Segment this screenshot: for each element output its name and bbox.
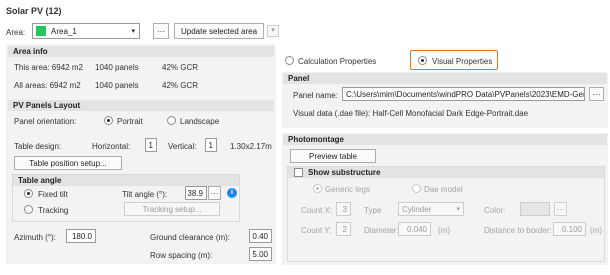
calculation-properties-radio[interactable]: [285, 56, 294, 65]
orientation-label: Panel orientation:: [14, 117, 77, 126]
diameter-label: Diameter:: [364, 226, 399, 235]
diameter-input[interactable]: 0.040: [398, 222, 431, 236]
panel-name-input[interactable]: C:\Users\mim\Documents\windPRO Data\PVPa…: [342, 87, 585, 101]
area-select-value: Area_1: [51, 27, 77, 36]
type-label: Type: [364, 206, 382, 215]
area-browse-button[interactable]: ···: [153, 23, 169, 39]
update-selected-area-button[interactable]: Update selected area: [174, 23, 264, 39]
table-position-setup-button[interactable]: Table position setup...: [14, 156, 122, 170]
count-x-input[interactable]: 3: [336, 202, 351, 216]
distance-to-border-label: Distance to border:: [484, 226, 552, 235]
visual-properties-label: Visual Properties: [432, 57, 493, 66]
azimuth-input[interactable]: 180.0: [66, 229, 96, 243]
panel-name-label: Panel name:: [293, 91, 338, 100]
color-swatch[interactable]: [520, 202, 550, 216]
area-color-swatch: [36, 26, 46, 36]
distance-to-border-input[interactable]: 0.100: [553, 222, 586, 236]
type-chevron-down-icon: ▾: [456, 206, 460, 213]
distance-unit: (m): [590, 226, 602, 235]
area-label: Area:: [6, 28, 26, 37]
dae-model-label: Dae model: [424, 185, 463, 194]
show-substructure-header: Show substructure: [288, 167, 604, 178]
this-area-panels: 1040 panels: [95, 63, 139, 72]
count-x-label: Count X:: [301, 206, 333, 215]
tracking-radio[interactable]: [24, 205, 33, 214]
chevron-down-icon: ▾: [131, 28, 135, 35]
preview-table-button[interactable]: Preview table: [290, 149, 376, 163]
ground-clearance-input[interactable]: 0.40: [249, 229, 272, 243]
dae-model-radio[interactable]: [412, 184, 421, 193]
this-area-text: This area: 6942 m2: [14, 63, 83, 72]
panel-header: Panel: [283, 73, 607, 84]
portrait-label: Portrait: [117, 117, 143, 126]
table-design-label: Table design:: [14, 142, 62, 151]
azimuth-label: Azimuth (°):: [14, 233, 56, 242]
visual-data-text: Visual data (.dae file): Half-Cell Monof…: [293, 109, 529, 118]
horizontal-label: Horizontal:: [92, 142, 131, 151]
landscape-radio[interactable]: [167, 116, 176, 125]
this-area-gcr: 42% GCR: [162, 63, 199, 72]
color-label: Color:: [484, 206, 506, 215]
update-dropdown-chevron-icon[interactable]: ▾: [267, 25, 279, 37]
tracking-label: Tracking: [38, 206, 69, 215]
all-areas-gcr: 42% GCR: [162, 81, 199, 90]
count-y-input[interactable]: 2: [336, 222, 351, 236]
row-spacing-input[interactable]: 5.00: [249, 247, 272, 261]
pv-layout-header: PV Panels Layout: [8, 100, 274, 111]
left-panel-bg: [6, 44, 276, 264]
visual-properties-radio[interactable]: [418, 56, 427, 65]
area-select[interactable]: Area_1 ▾: [32, 23, 140, 39]
generic-legs-radio[interactable]: [313, 184, 322, 193]
horizontal-input[interactable]: 1: [145, 138, 157, 152]
generic-legs-label: Generic legs: [325, 185, 370, 194]
fixed-tilt-label: Fixed tilt: [38, 190, 68, 199]
diameter-unit: (m): [438, 226, 450, 235]
portrait-radio[interactable]: [104, 116, 113, 125]
ground-clearance-label: Ground clearance (m):: [150, 233, 231, 242]
vertical-input[interactable]: 1: [205, 138, 217, 152]
panel-name-browse-button[interactable]: ···: [589, 87, 604, 101]
window-title: Solar PV (12): [6, 6, 62, 16]
type-select-value: Cylinder: [402, 204, 432, 214]
photomontage-header: Photomontage: [283, 134, 607, 145]
landscape-label: Landscape: [180, 117, 220, 126]
all-areas-panels: 1040 panels: [95, 81, 139, 90]
info-icon[interactable]: i: [227, 188, 237, 198]
tilt-angle-browse-button[interactable]: ···: [208, 186, 221, 200]
area-info-header: Area info: [8, 46, 274, 57]
vertical-label: Vertical:: [168, 142, 197, 151]
table-angle-header: Table angle: [13, 175, 239, 186]
fixed-tilt-radio[interactable]: [24, 189, 33, 198]
tilt-angle-label: Tilt angle (°):: [122, 190, 168, 199]
table-size-text: 1.30x2.17m: [230, 142, 272, 151]
show-substructure-checkbox[interactable]: [294, 168, 303, 177]
all-areas-text: All areas: 6942 m2: [14, 81, 81, 90]
row-spacing-label: Row spacing (m):: [150, 251, 213, 260]
color-browse-button[interactable]: ···: [554, 202, 567, 216]
tracking-setup-button[interactable]: Tracking setup...: [124, 202, 220, 216]
count-y-label: Count Y:: [301, 226, 332, 235]
tilt-angle-input[interactable]: 38.9: [185, 186, 207, 200]
type-select[interactable]: Cylinder ▾: [398, 202, 464, 216]
calculation-properties-label: Calculation Properties: [298, 57, 377, 66]
